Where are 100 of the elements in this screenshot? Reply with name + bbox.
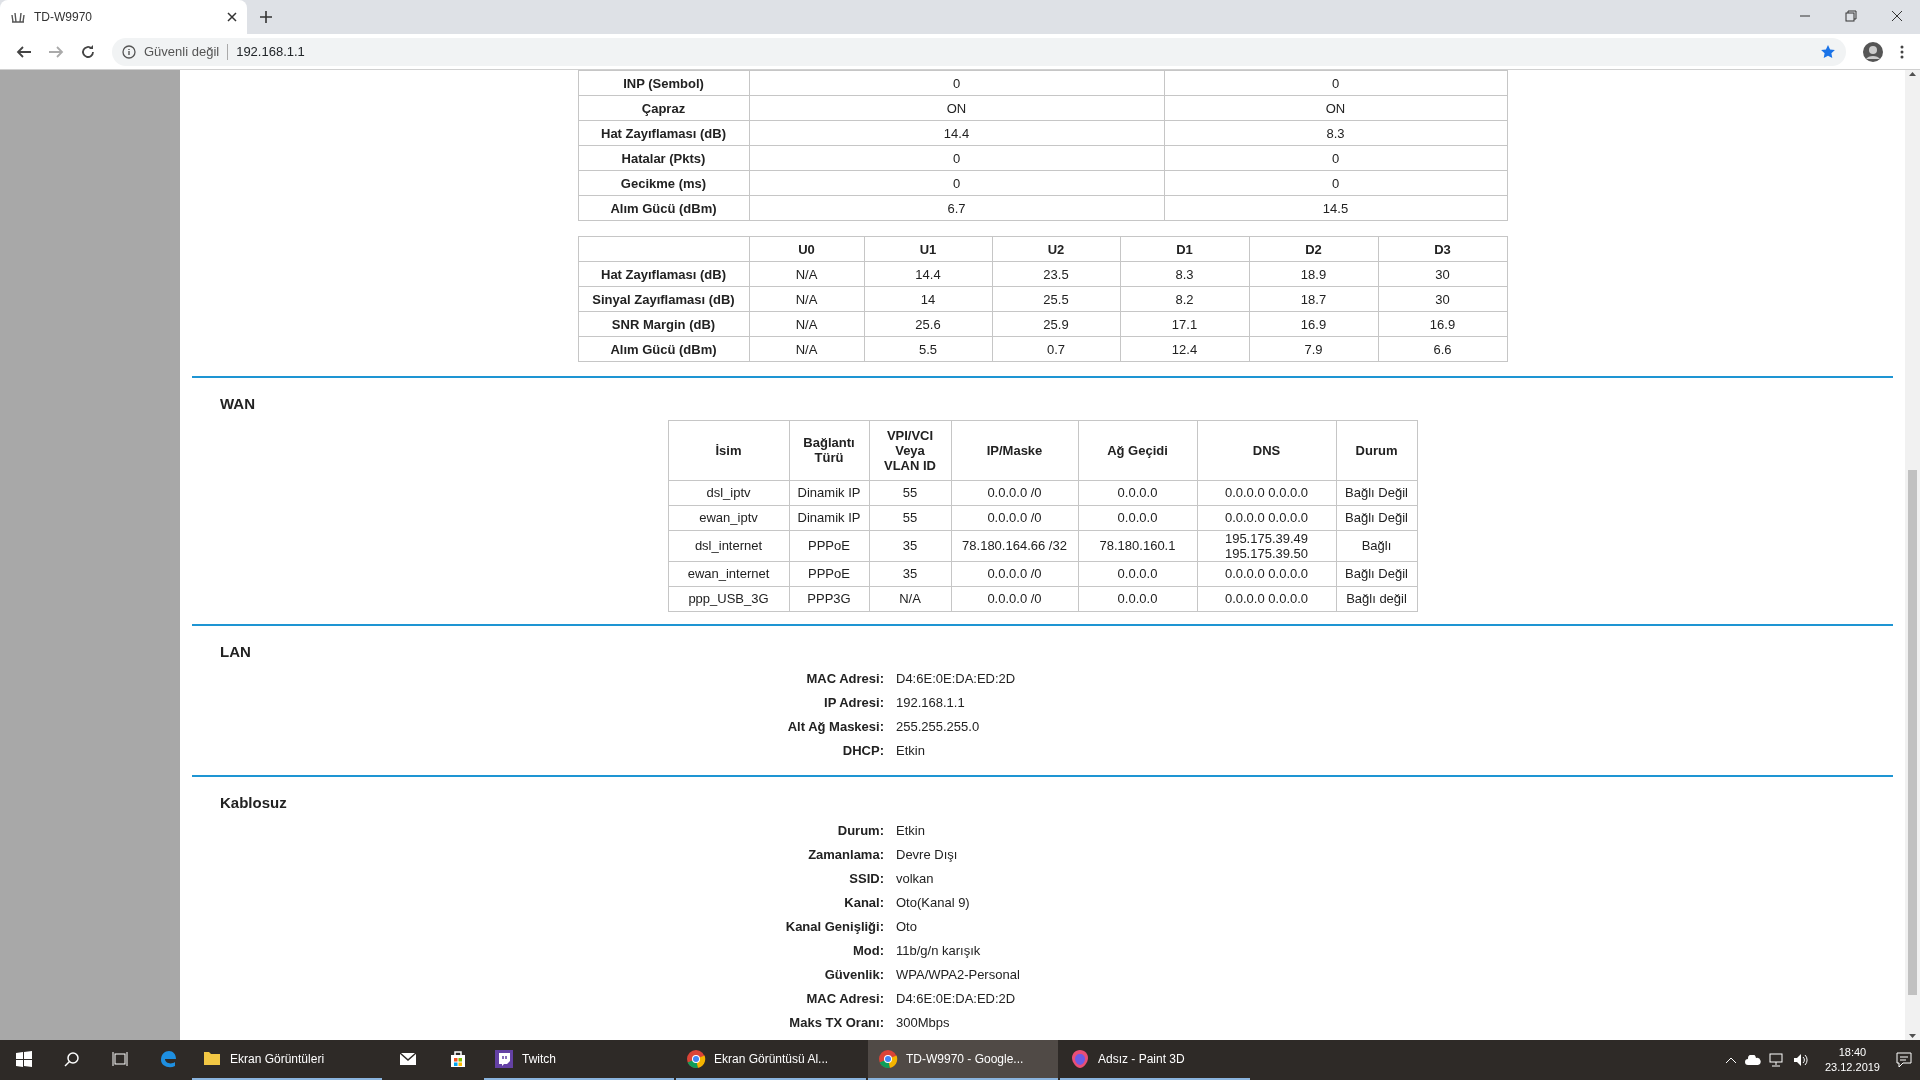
speaker-icon[interactable] bbox=[1792, 1053, 1809, 1067]
table-cell: N/A bbox=[749, 286, 864, 312]
column-header: İsim bbox=[668, 420, 789, 480]
table-cell: 0 bbox=[1164, 145, 1507, 171]
column-header: Bağlantı Türü bbox=[789, 420, 869, 480]
taskbar-app[interactable]: Adsız - Paint 3D bbox=[1060, 1040, 1250, 1080]
table-cell: 14.4 bbox=[864, 261, 992, 287]
table-cell: 0 bbox=[1164, 70, 1507, 96]
table-cell: 0.0.0.0 0.0.0.0 bbox=[1197, 505, 1336, 530]
table-cell: 0.0.0.0 /0 bbox=[951, 586, 1078, 611]
column-header: D1 bbox=[1120, 236, 1249, 262]
security-label[interactable]: Güvenli değil bbox=[144, 41, 220, 62]
scroll-thumb[interactable] bbox=[1908, 470, 1917, 995]
field-label: MAC Adresi: bbox=[805, 989, 885, 1008]
table-cell: 5.5 bbox=[864, 336, 992, 362]
taskbar-app[interactable]: Ekran Görüntüleri bbox=[192, 1040, 382, 1080]
windows-icon bbox=[16, 1051, 32, 1067]
reload-icon[interactable] bbox=[80, 43, 96, 60]
table-cell: N/A bbox=[749, 261, 864, 287]
url-text[interactable]: 192.168.1.1 bbox=[236, 41, 1812, 62]
table-cell: 0.0.0.0 /0 bbox=[951, 480, 1078, 505]
table-cell: 25.6 bbox=[864, 311, 992, 337]
table-cell: dsl_iptv bbox=[668, 480, 789, 505]
scrollbar[interactable] bbox=[1905, 70, 1920, 1040]
column-header: Ağ Geçidi bbox=[1078, 420, 1197, 480]
clock[interactable]: 18:40 23.12.2019 bbox=[1816, 1045, 1888, 1075]
field-value: Etkin bbox=[896, 821, 925, 840]
notification-icon[interactable] bbox=[1896, 1052, 1912, 1068]
field-label: IP Adresi: bbox=[823, 694, 885, 712]
table-cell: 0 bbox=[749, 170, 1164, 196]
field-label: Zamanlama: bbox=[807, 845, 885, 864]
field-value: Oto(Kanal 9) bbox=[896, 893, 970, 912]
table-cell: 7.9 bbox=[1249, 336, 1378, 362]
browser-tab[interactable]: TD-W9970 bbox=[0, 0, 247, 34]
field-value: volkan bbox=[896, 869, 934, 888]
column-header: DNS bbox=[1197, 420, 1336, 480]
table-cell: ewan_iptv bbox=[668, 505, 789, 530]
avatar-icon[interactable] bbox=[1862, 40, 1884, 63]
table-cell: ewan_internet bbox=[668, 561, 789, 586]
column-header: D2 bbox=[1249, 236, 1378, 262]
table-cell: 0.0.0.0 /0 bbox=[951, 561, 1078, 586]
new-tab-icon[interactable] bbox=[259, 10, 273, 24]
field-label: Mod: bbox=[851, 941, 885, 960]
field-value: 255.255.255.0 bbox=[896, 718, 980, 736]
table-cell: ON bbox=[1164, 95, 1507, 121]
table-cell: 0.7 bbox=[992, 336, 1120, 362]
table-cell: 0.0.0.0 0.0.0.0 bbox=[1197, 480, 1336, 505]
column-header: IP/Maske bbox=[951, 420, 1078, 480]
close-icon[interactable] bbox=[1889, 8, 1905, 24]
taskbar-app[interactable]: TD-W9970 - Google... bbox=[868, 1040, 1058, 1080]
table-cell: Bağlı Değil bbox=[1336, 505, 1417, 530]
table-cell: 17.1 bbox=[1120, 311, 1249, 337]
table-cell: 8.3 bbox=[1164, 120, 1507, 146]
table-cell: PPP3G bbox=[789, 586, 869, 611]
table-cell: 0.0.0.0 bbox=[1078, 561, 1197, 586]
chevron-up-icon[interactable] bbox=[1724, 1056, 1737, 1064]
chrome-icon bbox=[878, 1049, 898, 1069]
row-header: Hat Zayıflaması (dB) bbox=[578, 120, 749, 146]
field-label: Maks TX Oranı: bbox=[788, 1013, 885, 1032]
paint-icon bbox=[1070, 1049, 1090, 1069]
table-cell: 0.0.0.0 /0 bbox=[951, 505, 1078, 530]
table-cell: 25.5 bbox=[992, 286, 1120, 312]
table-cell: 8.2 bbox=[1120, 286, 1249, 312]
table-cell: Dinamik IP bbox=[789, 480, 869, 505]
table-cell: 30 bbox=[1378, 286, 1507, 312]
cloud-icon[interactable] bbox=[1744, 1055, 1761, 1065]
table-cell: 0.0.0.0 0.0.0.0 bbox=[1197, 561, 1336, 586]
tab-title: TD-W9970 bbox=[34, 9, 93, 26]
row-header: Gecikme (ms) bbox=[578, 170, 749, 196]
field-value: Devre Dışı bbox=[896, 845, 958, 864]
field-value: 192.168.1.1 bbox=[896, 694, 965, 712]
twitch-icon bbox=[494, 1049, 514, 1069]
field-label: Güvenlik: bbox=[823, 965, 885, 984]
taskbar-app[interactable]: Twitch bbox=[484, 1040, 674, 1080]
chrome-icon bbox=[686, 1049, 706, 1069]
table-cell: 16.9 bbox=[1378, 311, 1507, 337]
row-header: SNR Margin (dB) bbox=[578, 311, 749, 337]
table-cell: N/A bbox=[869, 586, 951, 611]
field-value: Etkin bbox=[896, 742, 925, 760]
table-cell: 6.6 bbox=[1378, 336, 1507, 362]
close-icon[interactable] bbox=[227, 12, 237, 22]
table-cell: 16.9 bbox=[1249, 311, 1378, 337]
table-cell: 55 bbox=[869, 505, 951, 530]
row-header: Hat Zayıflaması (dB) bbox=[578, 261, 749, 287]
table-cell: 0.0.0.0 bbox=[1078, 480, 1197, 505]
column-header: D3 bbox=[1378, 236, 1507, 262]
column-header: U0 bbox=[749, 236, 864, 262]
back-icon[interactable] bbox=[16, 43, 32, 60]
restore-icon[interactable] bbox=[1843, 8, 1859, 24]
table-cell: PPPoE bbox=[789, 561, 869, 586]
table-cell: N/A bbox=[749, 311, 864, 337]
network-icon[interactable] bbox=[1768, 1053, 1785, 1067]
column-header: Durum bbox=[1336, 420, 1417, 480]
star-icon[interactable] bbox=[1820, 43, 1836, 60]
table-cell: ON bbox=[749, 95, 1164, 121]
menu-icon[interactable] bbox=[1900, 43, 1904, 60]
row-header: INP (Sembol) bbox=[578, 70, 749, 96]
taskbar-app[interactable]: Ekran Görüntüsü Al... bbox=[676, 1040, 866, 1080]
section-heading: WAN bbox=[219, 394, 256, 414]
search-icon bbox=[64, 1051, 80, 1067]
